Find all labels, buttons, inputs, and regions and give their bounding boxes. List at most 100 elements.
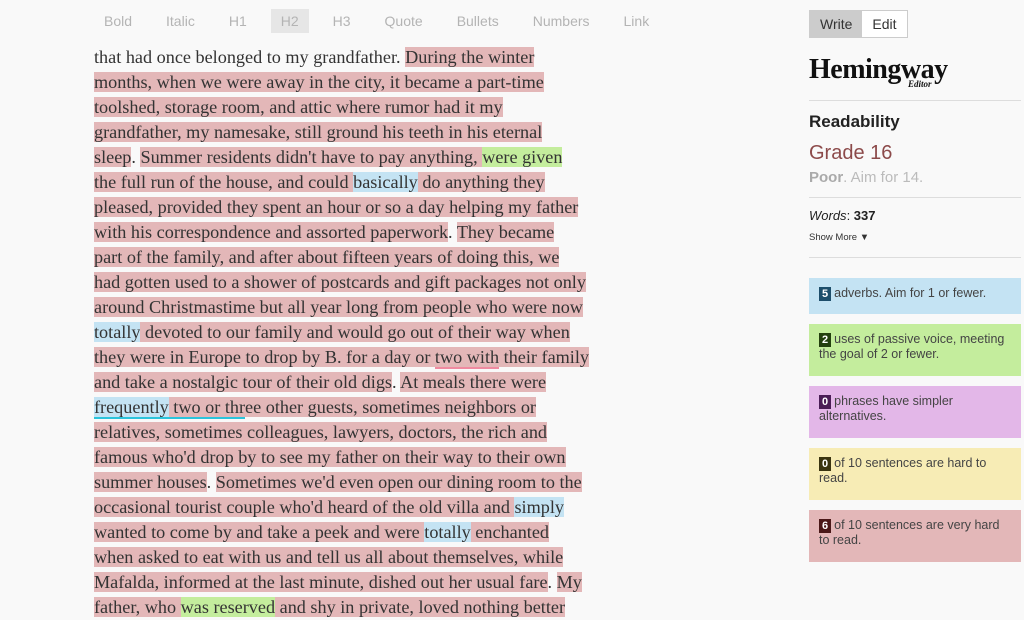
show-more-toggle[interactable]: Show More ▼	[809, 232, 869, 243]
text-segment: .	[448, 222, 457, 242]
text-line: when asked to eat with us and tell us al…	[94, 545, 684, 570]
grade-level: Grade 16	[809, 142, 893, 164]
very-hard-sentence-highlight: with his correspondence and assorted pap…	[94, 222, 449, 242]
divider	[809, 100, 1021, 101]
stat-text: of 10 sentences are very hard to read.	[819, 518, 1000, 547]
mode-toggle: Write Edit	[809, 10, 908, 38]
adverb-highlight: basically	[353, 172, 418, 192]
passive-voice-highlight: were given	[482, 147, 563, 167]
stat-text: of 10 sentences are hard to read.	[819, 456, 987, 485]
adverb-highlight: totally	[94, 322, 141, 342]
count-badge: 2	[819, 333, 832, 347]
toolbar-numbers-button[interactable]: Numbers	[523, 9, 600, 33]
text-line: the full run of the house, and could bas…	[94, 170, 684, 195]
very-hard-sentence-highlight: sleep	[94, 147, 132, 167]
count-badge: 0	[819, 457, 832, 471]
text-line: famous who'd drop by to see my father on…	[94, 445, 684, 470]
very-hard-sentence-highlight: and take a nostalgic tour of their old d…	[94, 372, 392, 392]
toolbar-h2-button[interactable]: H2	[270, 9, 309, 33]
text-editor[interactable]: that had once belonged to my grandfather…	[94, 45, 684, 620]
toolbar-bold-button[interactable]: Bold	[94, 9, 142, 33]
stat-text: uses of passive voice, meeting the goal …	[819, 332, 1005, 361]
text-line: with his correspondence and assorted pap…	[94, 220, 684, 245]
very-hard-sentence-highlight: ee other guests, sometimes neighbors or	[245, 397, 536, 417]
very-hard-sentence-highlight: Mafalda, informed at the last minute, di…	[94, 572, 548, 592]
caret-down-icon: ▼	[859, 232, 870, 243]
very-hard-sentence-highlight: when asked to eat with us and tell us al…	[94, 547, 564, 567]
very-hard-sentence-highlight: they were in Europe to drop by B. for a …	[94, 347, 435, 367]
toolbar-link-button[interactable]: Link	[614, 9, 660, 33]
divider	[809, 257, 1021, 258]
very-hard-sentence-highlight: toolshed, storage room, and attic where …	[94, 97, 503, 117]
very-hard-sentence-highlight: They became	[456, 222, 555, 242]
very-hard-sentence-highlight: two with	[434, 347, 500, 369]
very-hard-sentence-highlight: do anything they	[417, 172, 545, 192]
count-badge: 0	[819, 395, 832, 409]
very-hard-sentence-highlight: summer houses	[94, 472, 207, 492]
very-hard-sentence-highlight: part of the family, and after about fift…	[94, 247, 560, 267]
text-line: summer houses. Sometimes we'd even open …	[94, 470, 684, 495]
show-more-label: Show More	[809, 232, 858, 243]
hard-sentences-card: 0 of 10 sentences are hard to read.	[809, 448, 1021, 500]
very-hard-sentences-card: 6 of 10 sentences are very hard to read.	[809, 510, 1021, 562]
very-hard-sentence-highlight: around Christmastime but all year long f…	[94, 297, 583, 317]
text-line: had gotten used to a shower of postcards…	[94, 270, 684, 295]
toolbar-quote-button[interactable]: Quote	[375, 9, 433, 33]
sidebar: Write Edit Hemingway Editor Readability …	[809, 0, 1021, 615]
grade-note: Poor. Aim for 14.	[809, 169, 923, 186]
very-hard-sentence-highlight: occasional tourist couple who'd heard of…	[94, 497, 515, 517]
simpler-alternatives-card: 0 phrases have simpler alternatives.	[809, 386, 1021, 438]
stat-text: phrases have simpler alternatives.	[819, 394, 953, 423]
text-line: months, when we were away in the city, i…	[94, 70, 684, 95]
text-line: pleased, provided they spent an hour or …	[94, 195, 684, 220]
very-hard-sentence-highlight: and shy in private, loved nothing better	[275, 597, 566, 617]
very-hard-sentence-highlight: months, when we were away in the city, i…	[94, 72, 544, 92]
adverbs-card: 5 adverbs. Aim for 1 or fewer.	[809, 278, 1021, 314]
grade-rating: Poor	[809, 169, 844, 186]
grade-aim: . Aim for 14.	[843, 169, 924, 186]
very-hard-sentence-highlight: had gotten used to a shower of postcards…	[94, 272, 586, 292]
divider	[809, 197, 1021, 198]
formatting-toolbar: Bold Italic H1 H2 H3 Quote Bullets Numbers Link	[94, 9, 673, 33]
words-label: Words	[809, 208, 847, 223]
text-line: totally devoted to our family and would …	[94, 320, 684, 345]
very-hard-sentence-highlight: At meals there were	[400, 372, 547, 392]
text-line: grandfather, my namesake, still ground h…	[94, 120, 684, 145]
toolbar-h3-button[interactable]: H3	[323, 9, 361, 33]
very-hard-sentence-highlight: devoted to our family and would go out o…	[140, 322, 570, 342]
very-hard-sentence-highlight: During the winter	[405, 47, 535, 67]
text-segment: .	[547, 572, 557, 592]
text-line: and take a nostalgic tour of their old d…	[94, 370, 684, 395]
very-hard-sentence-highlight: Sometimes we'd even open our dining room…	[215, 472, 582, 492]
text-line: toolshed, storage room, and attic where …	[94, 95, 684, 120]
very-hard-sentence-highlight: their family	[499, 347, 589, 367]
toolbar-h1-button[interactable]: H1	[219, 9, 257, 33]
text-line: occasional tourist couple who'd heard of…	[94, 495, 684, 520]
very-hard-sentence-highlight: wanted to come by and take a peek and we…	[94, 522, 425, 542]
count-badge: 6	[819, 519, 832, 533]
count-badge: 5	[819, 287, 832, 301]
write-mode-button[interactable]: Write	[810, 11, 863, 37]
toolbar-italic-button[interactable]: Italic	[156, 9, 205, 33]
adverb-highlight: simply	[514, 497, 564, 517]
text-line: frequently two or three other guests, so…	[94, 395, 684, 420]
stat-text: adverbs. Aim for 1 or fewer.	[834, 286, 987, 300]
very-hard-sentence-highlight: famous who'd drop by to see my father on…	[94, 447, 566, 467]
text-line: they were in Europe to drop by B. for a …	[94, 345, 684, 370]
adverb-highlight: frequently	[94, 397, 169, 419]
edit-mode-button[interactable]: Edit	[862, 11, 907, 37]
very-hard-sentence-highlight: two or thr	[168, 397, 246, 419]
very-hard-sentence-highlight: father, who	[94, 597, 181, 617]
passive-voice-highlight: was reserved	[180, 597, 276, 617]
very-hard-sentence-highlight: My	[556, 572, 582, 592]
text-line: father, who was reserved and shy in priv…	[94, 595, 684, 620]
text-line: Mafalda, informed at the last minute, di…	[94, 570, 684, 595]
toolbar-bullets-button[interactable]: Bullets	[447, 9, 509, 33]
very-hard-sentence-highlight: Summer residents didn't have to pay anyt…	[140, 147, 483, 167]
text-line: sleep. Summer residents didn't have to p…	[94, 145, 684, 170]
very-hard-sentence-highlight: the full run of the house, and could	[94, 172, 354, 192]
text-segment: .	[392, 372, 401, 392]
very-hard-sentence-highlight: relatives, sometimes colleagues, lawyers…	[94, 422, 548, 442]
word-count: Words: 337	[809, 208, 876, 223]
passive-voice-card: 2 uses of passive voice, meeting the goal…	[809, 324, 1021, 376]
